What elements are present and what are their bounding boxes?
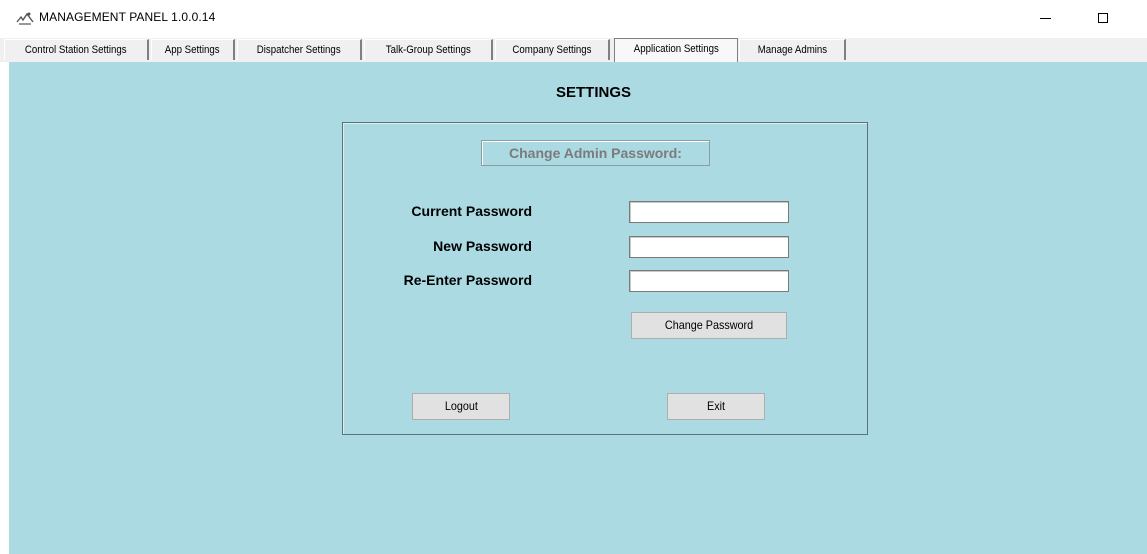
reenter-password-label: Re-Enter Password [403,272,532,288]
tab-manage-admins[interactable]: Manage Admins [739,39,846,60]
current-password-input[interactable] [629,201,789,223]
minimize-button[interactable] [1022,0,1068,36]
tab-talk-group-settings[interactable]: Talk-Group Settings [364,39,493,60]
tab-control-station-settings[interactable]: Control Station Settings [4,39,149,60]
panel-header: Change Admin Password: [481,140,710,166]
maximize-button[interactable] [1080,0,1126,36]
title-bar: MANAGEMENT PANEL 1.0.0.14 [0,0,1147,38]
maximize-icon [1098,13,1108,23]
logout-button[interactable]: Logout [412,393,510,420]
tab-strip: Control Station Settings App Settings Di… [0,38,1147,62]
reenter-password-input[interactable] [629,270,789,292]
tab-application-settings[interactable]: Application Settings [614,38,738,62]
new-password-label: New Password [433,238,532,254]
app-logo-icon [16,12,34,25]
current-password-label: Current Password [411,203,532,219]
tab-app-settings[interactable]: App Settings [151,39,235,60]
tab-dispatcher-settings[interactable]: Dispatcher Settings [237,39,362,60]
change-password-button[interactable]: Change Password [631,312,787,339]
page-title: SETTINGS [556,84,632,101]
minimize-icon [1039,17,1051,19]
window-title: MANAGEMENT PANEL 1.0.0.14 [39,10,216,24]
exit-button[interactable]: Exit [667,393,765,420]
tab-company-settings[interactable]: Company Settings [495,39,610,60]
new-password-input[interactable] [629,236,789,258]
